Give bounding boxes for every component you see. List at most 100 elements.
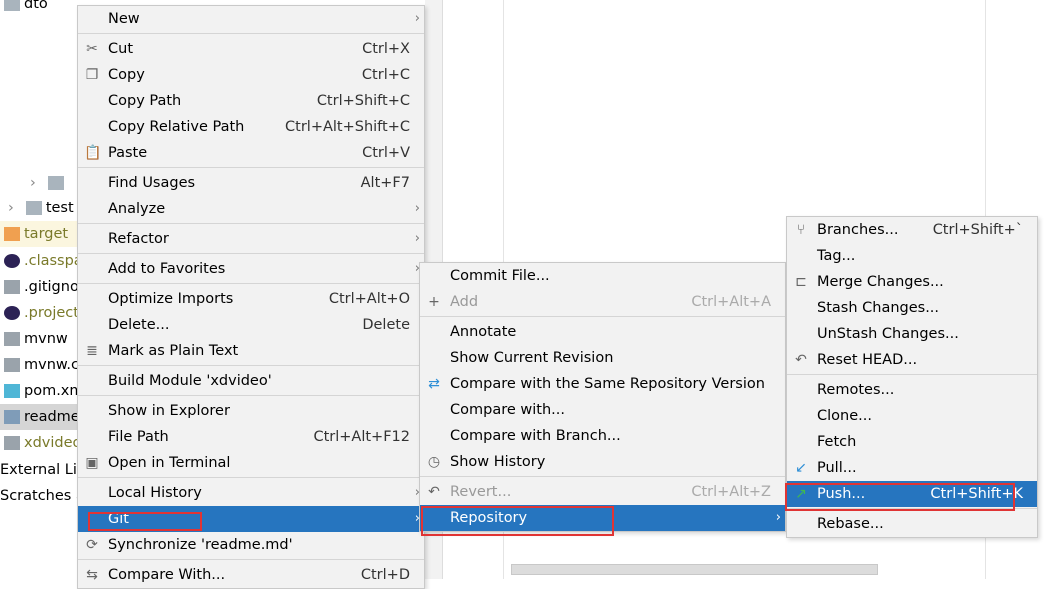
tree-item[interactable]: External Libraries — [0, 457, 80, 483]
menu-item-pull[interactable]: ↙ Pull... — [787, 455, 1037, 481]
tree-item[interactable]: mvnw — [0, 326, 80, 352]
menu-item-find-usages[interactable]: Find Usages Alt+F7 — [78, 170, 424, 196]
shell-file-icon — [4, 332, 20, 346]
menu-item-open-in-terminal[interactable]: ▣ Open in Terminal — [78, 450, 424, 476]
menu-item-show-history[interactable]: ◷ Show History — [420, 449, 785, 475]
menu-item-file-path[interactable]: File Path Ctrl+Alt+F12 — [78, 424, 424, 450]
shortcut-label: Ctrl+X — [362, 41, 410, 57]
menu-item-branches[interactable]: ⑂ Branches... Ctrl+Shift+` — [787, 217, 1037, 243]
menu-item-label: Optimize Imports — [108, 291, 234, 307]
menu-item-add[interactable]: + Add Ctrl+Alt+A — [420, 289, 785, 315]
menu-item-optimize-imports[interactable]: Optimize Imports Ctrl+Alt+O — [78, 286, 424, 312]
folder-icon — [25, 201, 42, 215]
menu-item-synchronize-readme-md[interactable]: ⟳ Synchronize 'readme.md' — [78, 532, 424, 558]
menu-item-commit-file[interactable]: Commit File... — [420, 263, 785, 289]
menu-item-add-to-favorites[interactable]: Add to Favorites › — [78, 256, 424, 282]
menu-item-label: Clone... — [817, 408, 872, 424]
menu-item-remotes[interactable]: Remotes... — [787, 377, 1037, 403]
menu-item-fetch[interactable]: Fetch — [787, 429, 1037, 455]
tree-item[interactable]: mvnw.cmd — [0, 352, 80, 378]
menu-item-paste[interactable]: 📋 Paste Ctrl+V — [78, 140, 424, 166]
menu-item-build-module-xdvideo[interactable]: Build Module 'xdvideo' — [78, 368, 424, 394]
chevron-right-icon: › — [414, 201, 420, 216]
tree-item-label: dto — [24, 0, 48, 12]
menu-item-rebase[interactable]: Rebase... — [787, 511, 1037, 537]
tree-item[interactable]: xdvideo.iml — [0, 430, 80, 456]
menu-item-stash-changes[interactable]: Stash Changes... — [787, 295, 1037, 321]
menu-item-show-in-explorer[interactable]: Show in Explorer — [78, 398, 424, 424]
tree-item[interactable]: readme.md — [0, 404, 80, 430]
horizontal-scrollbar[interactable] — [511, 564, 878, 575]
tree-item[interactable]: pom.xml — [0, 378, 80, 404]
tree-item-label: target — [24, 226, 69, 242]
tree-item[interactable]: .classpath — [0, 248, 80, 274]
shortcut-label: Ctrl+Alt+Z — [691, 484, 771, 500]
menu-item-push[interactable]: ↗ Push... Ctrl+Shift+K — [787, 481, 1037, 507]
menu-item-label: Compare With... — [108, 567, 226, 583]
menu-item-cut[interactable]: ✂ Cut Ctrl+X — [78, 36, 424, 62]
tree-item[interactable]: › test — [0, 195, 80, 221]
tree-item-label: .classpath — [24, 253, 80, 269]
menu-item-label: Show History — [450, 454, 546, 470]
chevron-right-icon[interactable]: › — [8, 200, 14, 216]
menu-item-compare-with-the-same-repository-version[interactable]: ⇄ Compare with the Same Repository Versio… — [420, 371, 785, 397]
menu-item-label: Annotate — [450, 324, 517, 340]
push-arrow-icon: ↗ — [795, 486, 807, 502]
shortcut-label: Ctrl+Shift+C — [316, 93, 410, 109]
menu-item-show-current-revision[interactable]: Show Current Revision — [420, 345, 785, 371]
menu-item-new[interactable]: New › — [78, 6, 424, 32]
tree-item[interactable]: Scratches and Consoles — [0, 483, 80, 509]
tree-item[interactable]: target — [0, 221, 80, 247]
maven-icon — [4, 384, 20, 398]
text-file-icon — [4, 358, 20, 372]
folder-icon — [47, 176, 64, 190]
menu-item-merge-changes[interactable]: ⊏ Merge Changes... — [787, 269, 1037, 295]
menu-item-label: Show in Explorer — [108, 403, 230, 419]
tree-item[interactable]: .gitignore — [0, 274, 80, 300]
pull-arrow-icon: ↙ — [795, 460, 807, 476]
chevron-right-icon[interactable]: › — [30, 175, 36, 191]
tree-item-label: xdvideo.iml — [24, 435, 80, 451]
menu-item-tag[interactable]: Tag... — [787, 243, 1037, 269]
repository-submenu: ⑂ Branches... Ctrl+Shift+` Tag... ⊏ Merge Cha… — [786, 216, 1038, 538]
menu-item-refactor[interactable]: Refactor › — [78, 226, 424, 252]
clipboard-icon: 📋 — [84, 145, 102, 161]
tree-item[interactable]: › — [0, 170, 80, 196]
terminal-icon: ▣ — [85, 455, 99, 471]
menu-item-reset-head[interactable]: ↶ Reset HEAD... — [787, 347, 1037, 373]
chevron-right-icon: › — [414, 231, 420, 246]
tree-item-label: mvnw — [24, 331, 68, 347]
menu-item-label: Local History — [108, 485, 202, 501]
menu-item-repository[interactable]: Repository › — [420, 505, 785, 531]
menu-item-clone[interactable]: Clone... — [787, 403, 1037, 429]
menu-item-mark-as-plain-text[interactable]: ≣ Mark as Plain Text — [78, 338, 424, 364]
menu-item-copy[interactable]: ❐ Copy Ctrl+C — [78, 62, 424, 88]
menu-item-copy-relative-path[interactable]: Copy Relative Path Ctrl+Alt+Shift+C — [78, 114, 424, 140]
tree-item[interactable]: dto — [0, 0, 80, 17]
shortcut-label: Ctrl+Alt+O — [328, 291, 410, 307]
menu-item-revert[interactable]: ↶ Revert... Ctrl+Alt+Z — [420, 479, 785, 505]
tree-item[interactable]: .project — [0, 300, 80, 326]
tree-item-label: pom.xml — [24, 383, 80, 399]
menu-item-compare-with[interactable]: ⇆ Compare With... Ctrl+D — [78, 562, 424, 588]
menu-item-compare-with[interactable]: Compare with... — [420, 397, 785, 423]
menu-item-label: Compare with... — [450, 402, 565, 418]
tree-item-label: .gitignore — [24, 279, 80, 295]
menu-item-label: Compare with the Same Repository Version — [450, 376, 765, 392]
menu-item-copy-path[interactable]: Copy Path Ctrl+Shift+C — [78, 88, 424, 114]
menu-item-analyze[interactable]: Analyze › — [78, 196, 424, 222]
menu-item-local-history[interactable]: Local History › — [78, 480, 424, 506]
menu-item-label: Open in Terminal — [108, 455, 231, 471]
menu-item-label: Mark as Plain Text — [108, 343, 239, 359]
menu-item-git[interactable]: Git › — [78, 506, 424, 532]
shortcut-label: Ctrl+Shift+K — [930, 486, 1023, 502]
markdown-file-icon — [4, 410, 20, 424]
menu-item-delete[interactable]: Delete... Delete — [78, 312, 424, 338]
context-menu: New › ✂ Cut Ctrl+X ❐ Copy Ctrl+C Copy Path Ctrl+S… — [77, 5, 425, 589]
menu-item-compare-with-branch[interactable]: Compare with Branch... — [420, 423, 785, 449]
eclipse-icon — [4, 254, 20, 268]
shortcut-label: Alt+F7 — [360, 175, 410, 191]
menu-item-unstash-changes[interactable]: UnStash Changes... — [787, 321, 1037, 347]
menu-item-annotate[interactable]: Annotate — [420, 319, 785, 345]
tree-item-label: External Libraries — [0, 462, 80, 478]
